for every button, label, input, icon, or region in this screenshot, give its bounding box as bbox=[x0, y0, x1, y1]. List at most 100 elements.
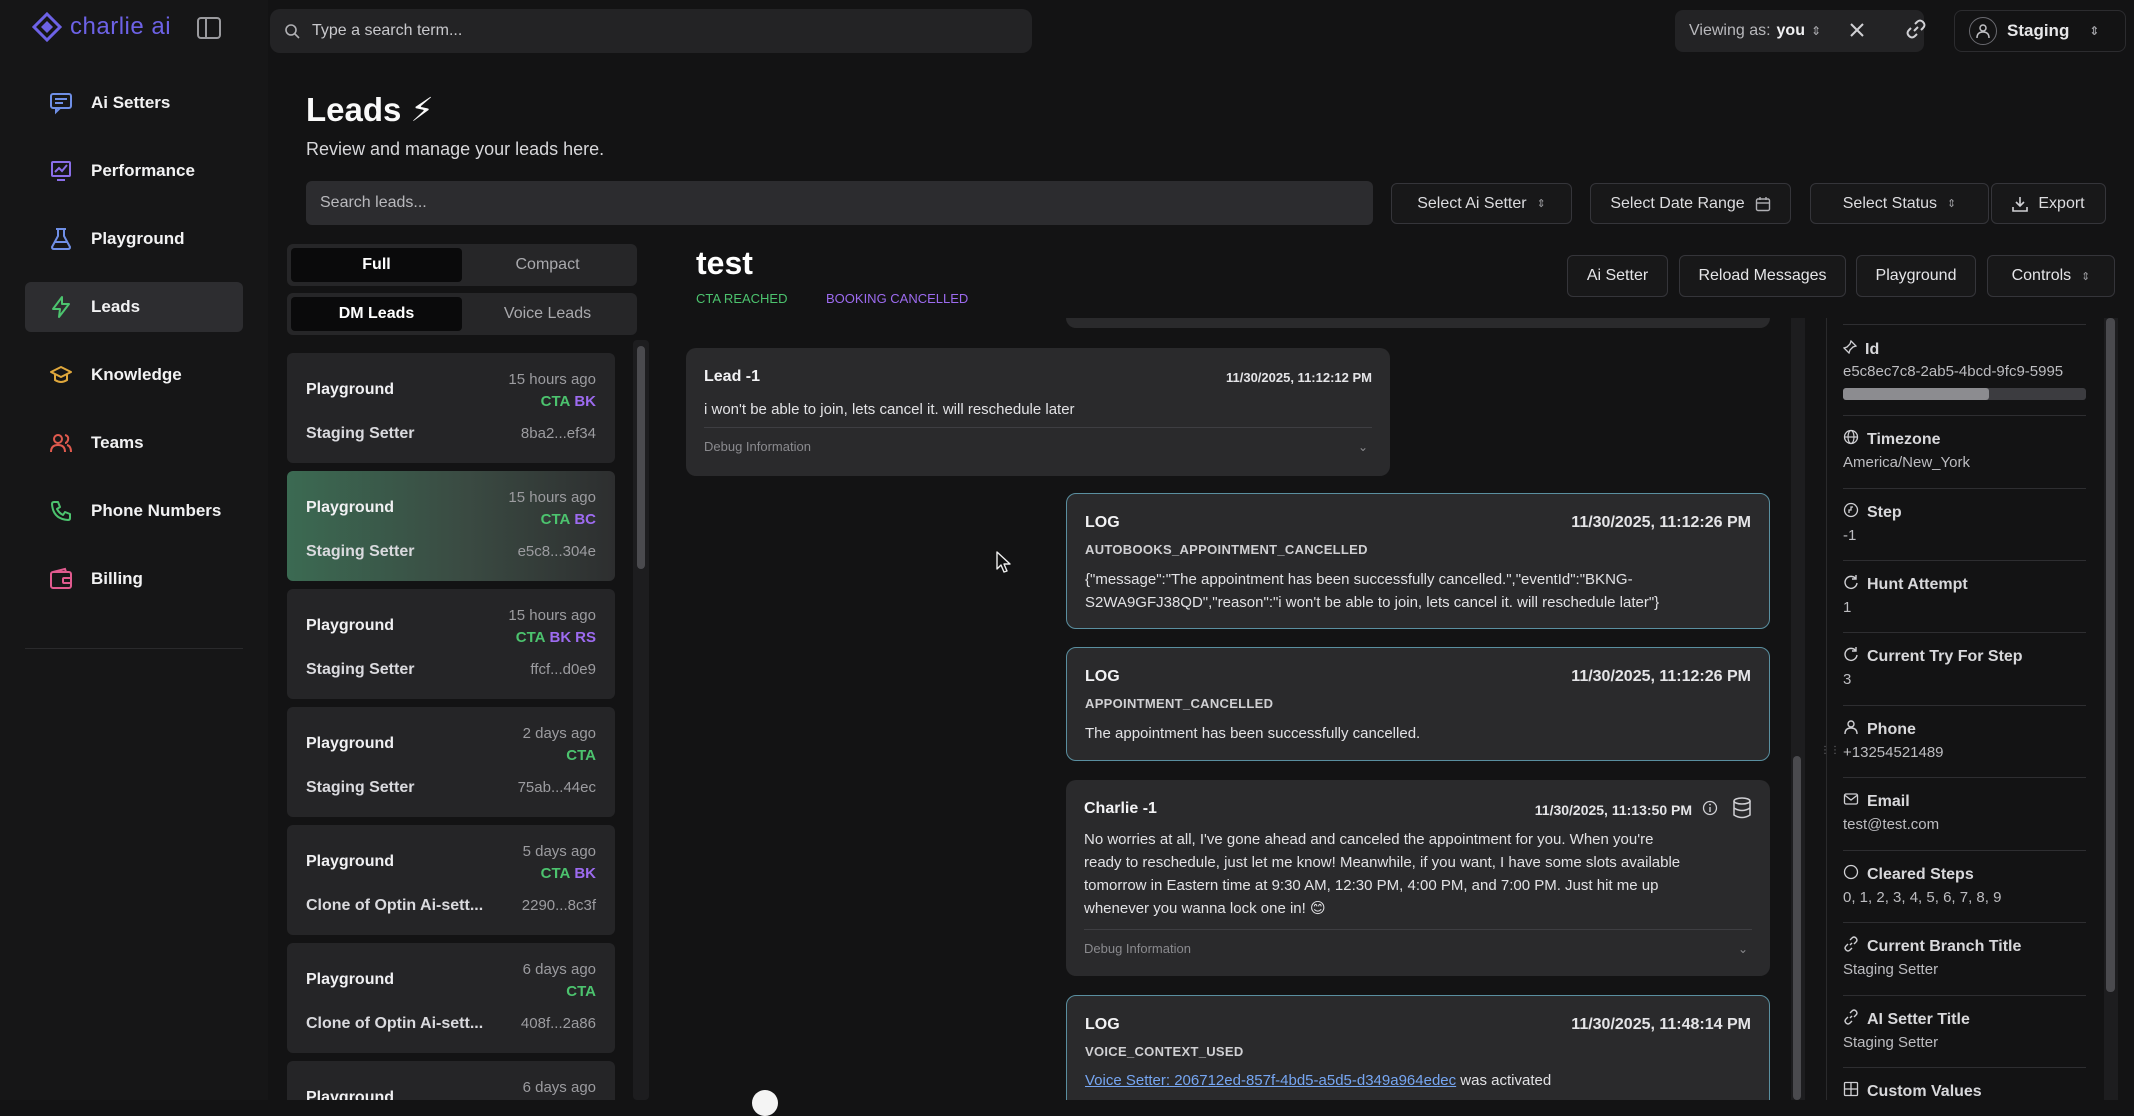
export-button[interactable]: Export bbox=[1991, 183, 2106, 224]
lead-card[interactable]: Playground 6 days ago bbox=[287, 1061, 615, 1100]
lead-search-input[interactable] bbox=[320, 194, 1320, 212]
detail-label: Hunt Attempt bbox=[1867, 575, 1968, 593]
sidebar-divider bbox=[25, 648, 243, 649]
info-icon[interactable] bbox=[1702, 800, 1718, 821]
sidebar-item-billing[interactable]: Billing bbox=[25, 554, 243, 604]
lead-card[interactable]: Playground 5 days ago CTA BK Clone of Opt… bbox=[287, 825, 615, 935]
resize-handle-icon[interactable]: ⋮⋮ bbox=[1820, 745, 1840, 761]
tab-dm-leads[interactable]: DM Leads bbox=[291, 297, 462, 331]
tab-compact[interactable]: Compact bbox=[462, 248, 633, 282]
lead-tags: CTA bbox=[566, 983, 596, 1000]
ai-setter-button[interactable]: Ai Setter bbox=[1567, 255, 1668, 297]
select-status-label: Select Status bbox=[1842, 194, 1938, 212]
message-time: 11/30/2025, 11:12:26 PM bbox=[1571, 514, 1751, 531]
ai-setter-button-label: Ai Setter bbox=[1586, 267, 1649, 284]
select-ai-setter-label: Select Ai Setter bbox=[1417, 194, 1527, 212]
message-card bbox=[1066, 318, 1770, 328]
sidebar-item-playground[interactable]: Playground bbox=[25, 214, 243, 264]
select-ai-setter-dropdown[interactable]: Select Ai Setter ⇕ bbox=[1391, 183, 1572, 224]
wallet-icon bbox=[49, 567, 73, 591]
chart-icon bbox=[49, 159, 73, 183]
log-event-type: VOICE_CONTEXT_USED bbox=[1085, 1044, 1244, 1059]
viewing-as-value: you bbox=[1776, 22, 1805, 39]
voice-setter-link[interactable]: Voice Setter: 206712ed-857f-4bd5-a5d5-d3… bbox=[1085, 1072, 1456, 1089]
app-logo[interactable]: charlie ai bbox=[32, 12, 171, 42]
conversation-title: test bbox=[696, 245, 753, 281]
log-message: LOG 11/30/2025, 11:12:26 PM AUTOBOOKS_AP… bbox=[1066, 493, 1770, 629]
divider bbox=[704, 427, 1372, 428]
flask-icon bbox=[49, 227, 73, 251]
clear-viewing-button[interactable] bbox=[1847, 20, 1867, 40]
id-scroll-thumb[interactable] bbox=[1843, 388, 1989, 400]
tab-full[interactable]: Full bbox=[291, 248, 462, 282]
viewing-as-selector[interactable]: Viewing as: you ⇕ bbox=[1675, 10, 1924, 52]
debug-information-toggle[interactable]: Debug Information bbox=[1084, 941, 1191, 956]
select-status-dropdown[interactable]: Select Status ⇕ bbox=[1810, 183, 1989, 224]
sidebar-toggle-button[interactable] bbox=[196, 15, 222, 41]
global-search-bar[interactable] bbox=[270, 9, 1032, 53]
divider bbox=[1084, 929, 1752, 930]
tag-cta: CTA bbox=[540, 393, 571, 410]
lead-tags: CTA BC bbox=[541, 511, 596, 528]
playground-button-label: Playground bbox=[1875, 267, 1957, 284]
playground-button[interactable]: Playground bbox=[1856, 255, 1976, 297]
sidebar-item-ai-setters[interactable]: Ai Setters bbox=[25, 78, 243, 128]
divider bbox=[1843, 488, 2086, 489]
lead-setter: Staging Setter bbox=[306, 543, 415, 560]
message-body: i won't be able to join, lets cancel it.… bbox=[704, 401, 1075, 418]
reload-messages-button[interactable]: Reload Messages bbox=[1679, 255, 1846, 297]
lead-list-scroll-thumb[interactable] bbox=[637, 346, 645, 569]
global-search-input[interactable] bbox=[312, 22, 992, 40]
details-scroll-thumb[interactable] bbox=[2106, 318, 2115, 992]
sidebar-item-leads[interactable]: Leads bbox=[25, 282, 243, 332]
lead-tags: CTA BK bbox=[541, 393, 596, 410]
lead-card-selected[interactable]: Playground 15 hours ago CTA BC Staging Se… bbox=[287, 471, 615, 581]
chevron-updown-icon: ⇕ bbox=[2089, 24, 2100, 38]
avatar bbox=[1969, 17, 1997, 45]
debug-information-toggle[interactable]: Debug Information bbox=[704, 439, 811, 454]
user-icon bbox=[1843, 719, 1859, 740]
message-time: 11/30/2025, 11:48:14 PM bbox=[1571, 1016, 1751, 1033]
database-icon[interactable] bbox=[1732, 797, 1752, 824]
conversation-scroll-thumb[interactable] bbox=[1793, 756, 1801, 1100]
lead-id: 75ab...44ec bbox=[517, 779, 596, 796]
floating-chat-button[interactable] bbox=[752, 1090, 778, 1116]
sidebar-item-phone-numbers[interactable]: Phone Numbers bbox=[25, 486, 243, 536]
lead-card[interactable]: Playground 6 days ago CTA Clone of Optin… bbox=[287, 943, 615, 1053]
tag-bc: BC bbox=[574, 511, 596, 528]
tag-cta: CTA bbox=[540, 511, 571, 528]
message-author: Lead -1 bbox=[704, 368, 761, 385]
chevron-down-icon[interactable]: ⌄ bbox=[1358, 440, 1368, 454]
environment-selector[interactable]: Staging ⇕ bbox=[1954, 10, 2126, 52]
lead-card[interactable]: Playground 15 hours ago CTA BK Staging Se… bbox=[287, 353, 615, 463]
message-body-line: tomorrow in Eastern time at 9:30 AM, 12:… bbox=[1084, 877, 1659, 894]
lead-message: Lead -1 11/30/2025, 11:12:12 PM i won't … bbox=[686, 348, 1390, 476]
sidebar-item-label: Knowledge bbox=[91, 365, 182, 384]
copy-link-button[interactable] bbox=[1905, 18, 1927, 40]
select-date-range-button[interactable]: Select Date Range bbox=[1590, 183, 1791, 224]
message-author: LOG bbox=[1085, 514, 1120, 531]
pin-icon bbox=[1843, 339, 1858, 359]
sidebar-item-knowledge[interactable]: Knowledge bbox=[25, 350, 243, 400]
badge-booking-cancelled: BOOKING CANCELLED bbox=[826, 291, 969, 306]
tab-voice-leads[interactable]: Voice Leads bbox=[462, 297, 633, 331]
sidebar: charlie ai Ai Setters Performance Playgr… bbox=[0, 0, 268, 1100]
link-icon bbox=[1843, 936, 1859, 957]
lead-search-bar[interactable] bbox=[306, 181, 1373, 225]
divider bbox=[1843, 995, 2086, 996]
environment-label: Staging bbox=[2007, 21, 2070, 40]
chevron-down-icon[interactable]: ⌄ bbox=[1738, 942, 1748, 956]
id-scrollbar[interactable] bbox=[1843, 388, 2086, 400]
divider bbox=[1843, 922, 2086, 923]
sidebar-item-performance[interactable]: Performance bbox=[25, 146, 243, 196]
tag-bk: BK bbox=[574, 393, 596, 410]
logo-icon bbox=[32, 12, 62, 42]
sidebar-item-teams[interactable]: Teams bbox=[25, 418, 243, 468]
lead-card[interactable]: Playground 2 days ago CTA Staging Setter… bbox=[287, 707, 615, 817]
chevron-updown-icon: ⇕ bbox=[1947, 198, 1957, 210]
badge-cta-reached: CTA REACHED bbox=[696, 291, 788, 306]
controls-dropdown[interactable]: Controls ⇕ bbox=[1987, 255, 2115, 297]
page-subtitle: Review and manage your leads here. bbox=[306, 139, 605, 159]
lead-id: 2290...8c3f bbox=[521, 897, 596, 914]
lead-card[interactable]: Playground 15 hours ago CTA BK RS Staging … bbox=[287, 589, 615, 699]
